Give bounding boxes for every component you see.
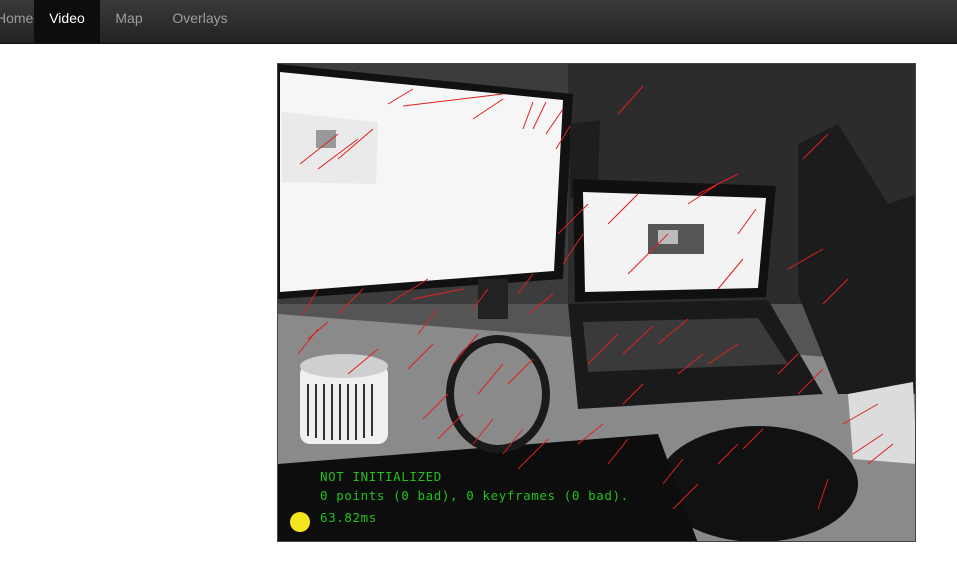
status-indicator-dot xyxy=(290,512,310,532)
frame-time-text: 63.82ms xyxy=(320,510,377,525)
points-keyframes-text: 0 points (0 bad), 0 keyframes (0 bad). xyxy=(320,488,629,503)
tracking-status-text: NOT INITIALIZED xyxy=(320,469,442,484)
nav-tab-video[interactable]: Video xyxy=(34,0,100,43)
video-frame: NOT INITIALIZED 0 points (0 bad), 0 keyf… xyxy=(277,63,916,542)
nav-tab-overlays[interactable]: Overlays xyxy=(158,0,242,43)
top-navbar: Home Video Map Overlays xyxy=(0,0,957,44)
nav-tab-home[interactable]: Home xyxy=(0,0,34,43)
nav-tab-map[interactable]: Map xyxy=(100,0,158,43)
